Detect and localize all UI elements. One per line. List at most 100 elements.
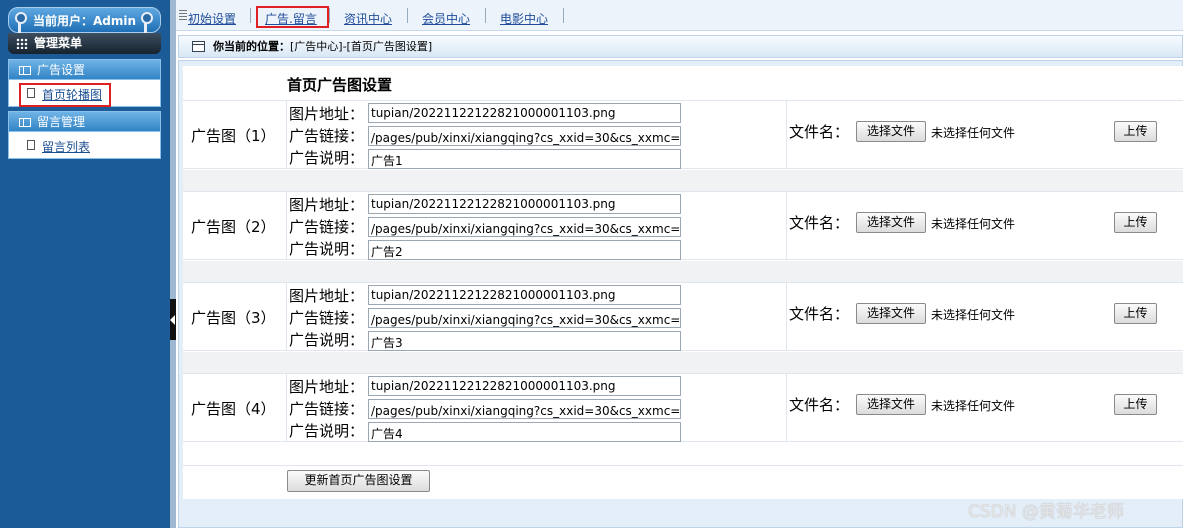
ad-fields: 图片地址： tupian/20221122122821000001103.png… [286, 283, 786, 351]
no-file-text: 未选择任何文件 [931, 308, 1016, 322]
image-url-label: 图片地址： [289, 287, 365, 305]
ad-desc-input[interactable]: 广告2 [368, 240, 681, 260]
row-gap [183, 261, 1183, 282]
ring-left-icon [14, 12, 27, 36]
ad-link-label: 广告链接： [289, 400, 365, 418]
filename-label: 文件名： [789, 214, 850, 232]
section-ad-settings-title[interactable]: 广告设置 [8, 59, 161, 80]
splitter[interactable] [170, 0, 176, 528]
filename-label: 文件名： [789, 305, 850, 323]
ad-desc-input[interactable]: 广告4 [368, 422, 681, 442]
update-row: 更新首页广告图设置 [183, 465, 1183, 499]
ad-row: 广告图（3） 图片地址： tupian/20221122122821000001… [183, 282, 1183, 351]
upload-area: 文件名： 选择文件 未选择任何文件 上传 [786, 374, 1183, 441]
ad-fields: 图片地址： tupian/20221122122821000001103.png… [286, 192, 786, 260]
ad-link-label: 广告链接： [289, 218, 365, 236]
page-title: 首页广告图设置 [287, 76, 393, 94]
image-url-label: 图片地址： [289, 378, 365, 396]
filename-label: 文件名： [789, 396, 850, 414]
top-nav: 初始设置 广告.留言 资讯中心 会员中心 电影中心 [176, 0, 1183, 31]
ad-desc-label: 广告说明： [289, 422, 365, 440]
content-area: 首页广告图设置 广告图（1） 图片地址： tupian/202211221228… [183, 66, 1183, 499]
sidebar: 当前用户：Admin 管理菜单 广告设置 首页轮播图 留言管理 留言列表 [0, 0, 170, 528]
update-settings-button[interactable]: 更新首页广告图设置 [287, 470, 430, 492]
section-message-management-label: 留言管理 [37, 115, 86, 129]
image-url-label: 图片地址： [289, 105, 365, 123]
upload-area: 文件名： 选择文件 未选择任何文件 上传 [786, 101, 1183, 168]
upload-button[interactable]: 上传 [1114, 121, 1157, 142]
ad-link-input[interactable]: /pages/pub/xinxi/xiangqing?cs_xxid=30&cs… [368, 308, 681, 328]
filename-label: 文件名： [789, 123, 850, 141]
ad-row-label: 广告图（1） [191, 127, 276, 145]
nav-item-news-center[interactable]: 资讯中心 [344, 10, 392, 27]
ad-desc-label: 广告说明： [289, 149, 365, 167]
choose-file-button[interactable]: 选择文件 [856, 394, 926, 415]
ad-desc-input[interactable]: 广告1 [368, 149, 681, 169]
ad-row-label: 广告图（4） [191, 400, 276, 418]
ad-desc-label: 广告说明： [289, 240, 365, 258]
upload-button[interactable]: 上传 [1114, 394, 1157, 415]
breadcrumb-path: [广告中心]-[首页广告图设置] [290, 40, 433, 53]
ad-row-label: 广告图（3） [191, 309, 276, 327]
highlight-box-sidebar [19, 83, 111, 107]
choose-file-button[interactable]: 选择文件 [856, 121, 926, 142]
ad-row-label: 广告图（2） [191, 218, 276, 236]
choose-file-button[interactable]: 选择文件 [856, 303, 926, 324]
image-url-label: 图片地址： [289, 196, 365, 214]
main-panel: 首页广告图设置 广告图（1） 图片地址： tupian/202211221228… [178, 60, 1183, 528]
nav-separator [563, 8, 564, 23]
highlight-box-nav [256, 6, 329, 28]
section-message-management-body: 留言列表 [8, 132, 161, 159]
image-url-input[interactable]: tupian/20221122122821000001103.png [368, 376, 681, 396]
document-icon [27, 140, 35, 150]
ring-right-icon [140, 12, 153, 36]
upload-button[interactable]: 上传 [1114, 303, 1157, 324]
image-url-input[interactable]: tupian/20221122122821000001103.png [368, 194, 681, 214]
ad-row: 广告图（4） 图片地址： tupian/20221122122821000001… [183, 373, 1183, 442]
ad-link-input[interactable]: /pages/pub/xinxi/xiangqing?cs_xxid=30&cs… [368, 217, 681, 237]
upload-area: 文件名： 选择文件 未选择任何文件 上传 [786, 283, 1183, 350]
section-message-management: 留言管理 留言列表 [8, 111, 161, 159]
grid-icon [16, 38, 28, 49]
row-gap [183, 352, 1183, 373]
ad-link-label: 广告链接： [289, 127, 365, 145]
nav-separator [485, 8, 486, 23]
ad-link-input[interactable]: /pages/pub/xinxi/xiangqing?cs_xxid=30&cs… [368, 126, 681, 146]
breadcrumb: 你当前的位置：[广告中心]-[首页广告图设置] [178, 35, 1183, 58]
no-file-text: 未选择任何文件 [931, 126, 1016, 140]
image-url-input[interactable]: tupian/20221122122821000001103.png [368, 103, 681, 123]
nav-separator [329, 8, 330, 23]
collapse-arrow-icon[interactable] [170, 299, 176, 340]
ad-row: 广告图（1） 图片地址： tupian/20221122122821000001… [183, 100, 1183, 169]
current-user-bar: 当前用户：Admin [8, 7, 161, 33]
ad-link-input[interactable]: /pages/pub/xinxi/xiangqing?cs_xxid=30&cs… [368, 399, 681, 419]
nav-item-movie-center[interactable]: 电影中心 [500, 10, 548, 27]
section-message-management-title[interactable]: 留言管理 [8, 111, 161, 132]
ad-fields: 图片地址： tupian/20221122122821000001103.png… [286, 374, 786, 442]
row-gap [183, 170, 1183, 191]
nav-separator [407, 8, 408, 23]
image-url-input[interactable]: tupian/20221122122821000001103.png [368, 285, 681, 305]
choose-file-button[interactable]: 选择文件 [856, 212, 926, 233]
current-user-label: 当前用户：Admin [32, 14, 137, 28]
sidebar-item-message-list[interactable]: 留言列表 [42, 138, 90, 155]
nav-item-initial-settings[interactable]: 初始设置 [188, 10, 236, 27]
grip-icon [179, 10, 187, 22]
no-file-text: 未选择任何文件 [931, 217, 1016, 231]
nav-separator [250, 8, 251, 23]
menu-header-label: 管理菜单 [34, 36, 83, 50]
section-ad-settings-label: 广告设置 [37, 63, 86, 77]
menu-header: 管理菜单 [8, 33, 161, 54]
upload-button[interactable]: 上传 [1114, 212, 1157, 233]
nav-item-member-center[interactable]: 会员中心 [422, 10, 470, 27]
section-icon [19, 66, 31, 75]
section-icon [19, 118, 31, 127]
upload-area: 文件名： 选择文件 未选择任何文件 上传 [786, 192, 1183, 259]
breadcrumb-label: 你当前的位置： [213, 40, 290, 53]
no-file-text: 未选择任何文件 [931, 399, 1016, 413]
ad-fields: 图片地址： tupian/20221122122821000001103.png… [286, 101, 786, 169]
ad-row: 广告图（2） 图片地址： tupian/20221122122821000001… [183, 191, 1183, 260]
window-icon [192, 41, 205, 52]
ad-desc-label: 广告说明： [289, 331, 365, 349]
ad-desc-input[interactable]: 广告3 [368, 331, 681, 351]
